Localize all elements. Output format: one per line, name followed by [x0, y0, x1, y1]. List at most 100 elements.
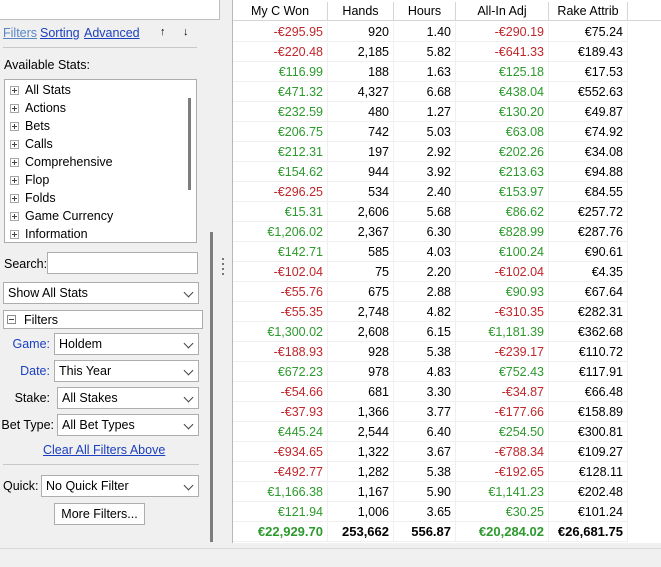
table-cell: €1,166.38 — [233, 482, 328, 502]
table-row[interactable]: €15.31 2,606 5.68 €86.62 €257.72 — [233, 202, 628, 222]
search-input[interactable] — [47, 252, 198, 274]
show-stats-dropdown[interactable]: Show All Stats — [3, 282, 199, 304]
table-cell: -€192.65 — [456, 462, 549, 482]
table-cell: €257.72 — [549, 202, 628, 222]
table-row[interactable]: -€55.76 675 2.88 €90.93 €67.64 — [233, 282, 628, 302]
move-up-icon[interactable]: ↑ — [160, 26, 166, 38]
game-label[interactable]: Game: — [0, 337, 50, 351]
column-header[interactable]: All-In Adj — [456, 2, 549, 21]
tree-item[interactable]: Game Currency — [10, 207, 113, 225]
table-cell: 2.92 — [394, 142, 456, 162]
table-cell: 75 — [328, 262, 394, 282]
expand-icon[interactable] — [10, 211, 19, 221]
clear-filters-link[interactable]: Clear All Filters Above — [43, 443, 165, 457]
table-row[interactable]: -€934.65 1,322 3.67 -€788.34 €109.27 — [233, 442, 628, 462]
bet-type-dropdown[interactable]: All Bet Types — [57, 414, 199, 436]
table-cell: €154.62 — [233, 162, 328, 182]
tree-item[interactable]: Calls — [10, 135, 53, 153]
top-input-field[interactable] — [0, 0, 220, 20]
move-down-icon[interactable]: ↓ — [183, 26, 189, 38]
table-row[interactable]: €1,206.02 2,367 6.30 €828.99 €287.76 — [233, 222, 628, 242]
tab-advanced[interactable]: Advanced — [84, 26, 140, 40]
table-row[interactable]: €1,300.02 2,608 6.15 €1,181.39 €362.68 — [233, 322, 628, 342]
table-cell: 2,608 — [328, 322, 394, 342]
stats-tree[interactable]: All Stats Actions Bets Calls Comprehensive Fl… — [4, 79, 197, 243]
collapse-icon[interactable] — [7, 315, 16, 324]
grid-header: My C Won Hands Hours All-In Adj Rake Attrib — [233, 2, 661, 21]
table-row[interactable]: €672.23 978 4.83 €752.43 €117.91 — [233, 362, 628, 382]
table-row[interactable]: €206.75 742 5.03 €63.08 €74.92 — [233, 122, 628, 142]
date-value: This Year — [59, 364, 112, 378]
panel-tabs: Filters Sorting Advanced ↑ ↓ — [3, 26, 201, 44]
tab-sorting[interactable]: Sorting — [40, 26, 80, 40]
table-cell: €828.99 — [456, 222, 549, 242]
table-row[interactable]: -€220.48 2,185 5.82 -€641.33 €189.43 — [233, 42, 628, 62]
expand-icon[interactable] — [10, 121, 19, 131]
table-row[interactable]: €1,166.38 1,167 5.90 €1,141.23 €202.48 — [233, 482, 628, 502]
table-cell: 4.03 — [394, 242, 456, 262]
column-header[interactable]: Hands — [328, 2, 394, 21]
column-header[interactable]: Rake Attrib — [549, 2, 628, 21]
table-cell: €75.24 — [549, 22, 628, 42]
game-dropdown[interactable]: Holdem — [54, 333, 199, 355]
table-row[interactable]: -€54.66 681 3.30 -€34.87 €66.48 — [233, 382, 628, 402]
table-row[interactable]: €445.24 2,544 6.40 €254.50 €300.81 — [233, 422, 628, 442]
expand-icon[interactable] — [10, 85, 19, 95]
table-cell: €206.75 — [233, 122, 328, 142]
expand-icon[interactable] — [10, 175, 19, 185]
panel-scrollbar[interactable] — [210, 232, 213, 542]
tree-item[interactable]: Flop — [10, 171, 49, 189]
expand-icon[interactable] — [10, 139, 19, 149]
table-cell: €153.97 — [456, 182, 549, 202]
date-dropdown[interactable]: This Year — [54, 360, 199, 382]
table-cell: €94.88 — [549, 162, 628, 182]
tree-item[interactable]: Bets — [10, 117, 50, 135]
table-cell: 1.40 — [394, 22, 456, 42]
table-row[interactable]: €232.59 480 1.27 €130.20 €49.87 — [233, 102, 628, 122]
table-row[interactable]: €142.71 585 4.03 €100.24 €90.61 — [233, 242, 628, 262]
stake-dropdown[interactable]: All Stakes — [57, 387, 199, 409]
table-row[interactable]: -€102.04 75 2.20 -€102.04 €4.35 — [233, 262, 628, 282]
table-cell: 3.92 — [394, 162, 456, 182]
table-cell: 5.68 — [394, 202, 456, 222]
table-row[interactable]: -€37.93 1,366 3.77 -€177.66 €158.89 — [233, 402, 628, 422]
table-cell: 1.63 — [394, 62, 456, 82]
table-row[interactable]: €116.99 188 1.63 €125.18 €17.53 — [233, 62, 628, 82]
quick-filter-dropdown[interactable]: No Quick Filter — [41, 475, 199, 497]
tree-scrollbar[interactable] — [188, 98, 191, 190]
bet-type-value: All Bet Types — [62, 418, 135, 432]
tree-item[interactable]: Information — [10, 225, 88, 242]
table-row[interactable]: -€55.35 2,748 4.82 -€310.35 €282.31 — [233, 302, 628, 322]
expand-icon[interactable] — [10, 157, 19, 167]
tree-item[interactable]: Folds — [10, 189, 56, 207]
date-label[interactable]: Date: — [0, 364, 50, 378]
tree-item[interactable]: Comprehensive — [10, 153, 113, 171]
table-row[interactable]: €212.31 197 2.92 €202.26 €34.08 — [233, 142, 628, 162]
table-cell: €125.18 — [456, 62, 549, 82]
tree-item-label: Calls — [25, 137, 53, 151]
chevron-down-icon — [183, 480, 194, 491]
filters-section-header[interactable]: Filters — [3, 310, 203, 329]
table-row[interactable]: €154.62 944 3.92 €213.63 €94.88 — [233, 162, 628, 182]
column-header[interactable]: My C Won — [233, 2, 328, 21]
more-filters-button[interactable]: More Filters... — [54, 503, 145, 525]
expand-icon[interactable] — [10, 193, 19, 203]
table-row[interactable]: -€296.25 534 2.40 €153.97 €84.55 — [233, 182, 628, 202]
tree-item[interactable]: All Stats — [10, 81, 71, 99]
table-cell: 188 — [328, 62, 394, 82]
table-row[interactable]: -€188.93 928 5.38 -€239.17 €110.72 — [233, 342, 628, 362]
expand-icon[interactable] — [10, 103, 19, 113]
table-cell: €438.04 — [456, 82, 549, 102]
expand-icon[interactable] — [10, 229, 19, 239]
table-row[interactable]: €471.32 4,327 6.68 €438.04 €552.63 — [233, 82, 628, 102]
table-cell: -€102.04 — [456, 262, 549, 282]
column-header[interactable]: Hours — [394, 2, 456, 21]
totals-row[interactable]: €22,929.70 253,662 556.87 €20,284.02 €26,681… — [233, 522, 628, 542]
splitter-grip-icon[interactable] — [222, 258, 225, 280]
table-row[interactable]: -€295.95 920 1.40 -€290.19 €75.24 — [233, 22, 628, 42]
table-row[interactable]: -€492.77 1,282 5.38 -€192.65 €128.11 — [233, 462, 628, 482]
tree-item[interactable]: Actions — [10, 99, 66, 117]
tab-filters[interactable]: Filters — [3, 26, 37, 40]
table-row[interactable]: €121.94 1,006 3.65 €30.25 €101.24 — [233, 502, 628, 522]
table-cell: 2.40 — [394, 182, 456, 202]
